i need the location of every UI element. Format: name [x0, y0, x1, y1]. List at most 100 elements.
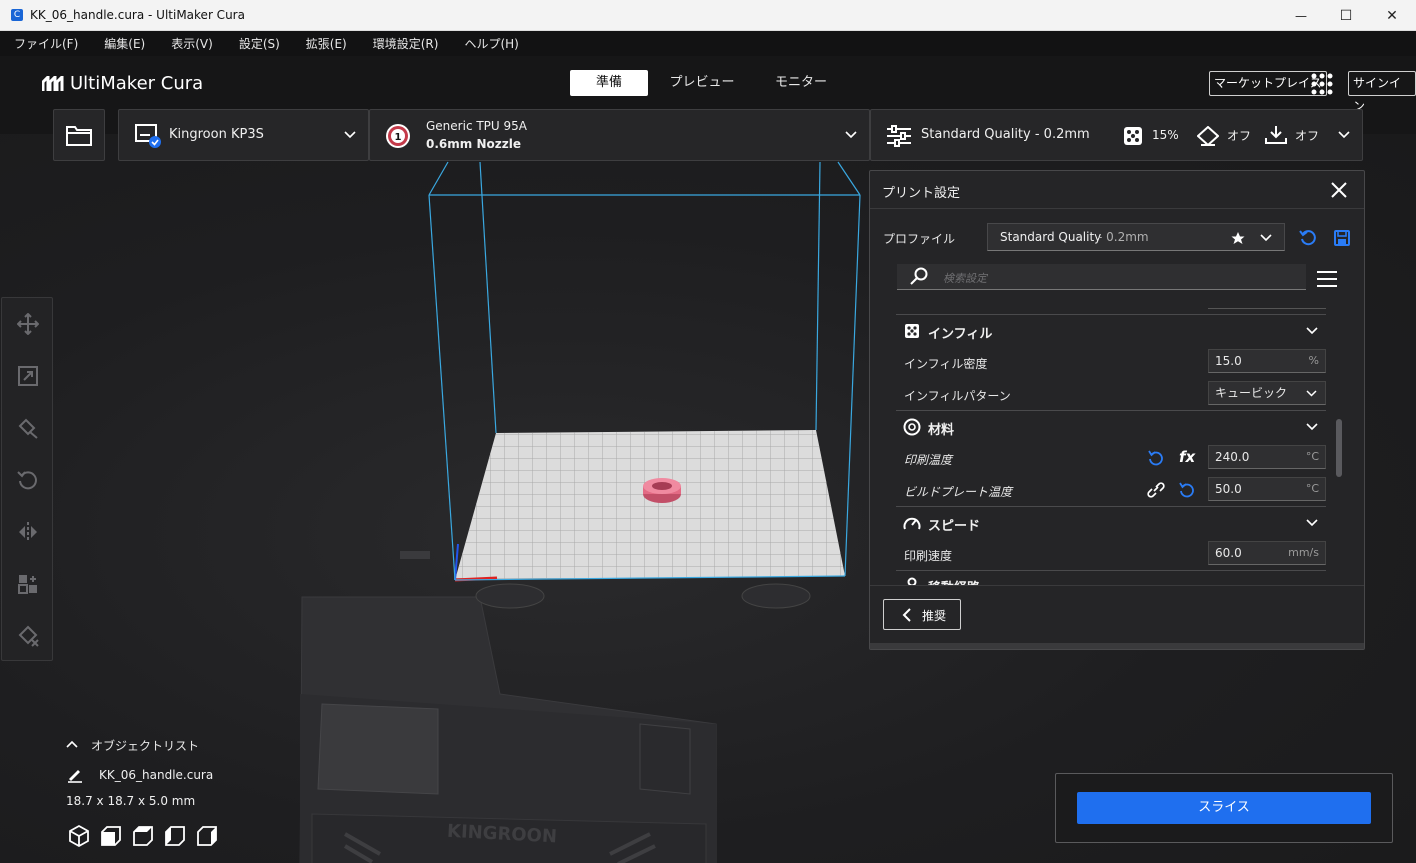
menu-settings[interactable]: 設定(S) — [239, 35, 280, 52]
rotate-tool[interactable] — [15, 415, 41, 441]
material-icon — [903, 418, 921, 436]
tab-preview[interactable]: プレビュー — [663, 70, 741, 96]
link-icon[interactable] — [1147, 482, 1165, 498]
chevron-down-icon — [1338, 131, 1350, 139]
infill-pattern-dropdown[interactable]: キュービック — [1208, 381, 1326, 405]
print-speed-input[interactable]: 60.0 mm/s — [1208, 541, 1326, 565]
extruder-number: 1 — [395, 132, 402, 143]
recommended-label: 推奨 — [922, 609, 947, 623]
support-blocker-tool[interactable] — [15, 623, 41, 649]
object-list-header[interactable]: オブジェクトリスト — [91, 737, 199, 754]
menu-edit[interactable]: 編集(E) — [104, 35, 145, 52]
save-icon[interactable] — [1333, 229, 1351, 247]
open-file-button[interactable] — [53, 109, 105, 161]
3d-view-icon[interactable] — [67, 824, 91, 848]
menu-view[interactable]: 表示(V) — [171, 35, 213, 52]
signin-button[interactable]: サインイン — [1348, 71, 1416, 113]
marketplace-button[interactable]: マーケットプレイス — [1209, 71, 1327, 96]
speed-icon — [903, 517, 921, 530]
print-settings-selector[interactable]: Standard Quality - 0.2mm 15% オフ オフ — [870, 109, 1363, 161]
reset-icon[interactable] — [1148, 450, 1164, 466]
print-temp-input[interactable]: 240.0 °C — [1208, 445, 1326, 469]
tab-prepare[interactable]: 準備 — [570, 70, 648, 96]
category-material[interactable]: 材料 — [896, 410, 1326, 442]
support-icon — [1197, 126, 1219, 146]
slice-button[interactable]: スライス — [1077, 792, 1371, 824]
category-speed[interactable]: スピード — [896, 506, 1326, 538]
material-name: Generic TPU 95A — [426, 119, 527, 133]
category-travel[interactable]: 移動経路 — [896, 570, 1326, 585]
top-view-icon[interactable] — [131, 824, 155, 848]
move-tool[interactable] — [15, 311, 41, 337]
print-temp-value: 240.0 — [1215, 450, 1250, 464]
minimize-button[interactable]: — — [1278, 0, 1324, 31]
extruder-icon: 1 — [386, 124, 410, 148]
chevron-down-icon — [1306, 390, 1317, 397]
tab-monitor[interactable]: モニター — [762, 70, 840, 96]
menu-extensions[interactable]: 拡張(E) — [306, 35, 347, 52]
app-logo: UltiMaker Cura — [42, 73, 203, 94]
folder-icon — [66, 126, 92, 146]
chevron-down-icon — [1306, 519, 1318, 527]
chevron-left-icon — [902, 608, 911, 622]
pencil-icon[interactable] — [67, 767, 83, 783]
profile-suffix: - 0.2mm — [1098, 230, 1149, 244]
adhesion-value: オフ — [1295, 129, 1320, 143]
rotate-icon — [17, 471, 37, 490]
bed-temp-label: ビルドプレート温度 — [904, 485, 1013, 499]
infill-density-value: 15.0 — [1215, 354, 1242, 368]
print-speed-unit: mm/s — [1288, 546, 1319, 559]
settings-list: インフィル インフィル密度 15.0% インフィルパターン キュービック 材料 … — [896, 295, 1356, 585]
search-field[interactable]: 検索設定 — [897, 264, 1306, 290]
maximize-button[interactable]: ☐ — [1323, 0, 1369, 31]
recommended-button[interactable]: 推奨 — [883, 599, 961, 630]
nozzle-size: 0.6mm Nozzle — [426, 137, 521, 151]
menu-file[interactable]: ファイル(F) — [14, 35, 78, 52]
right-view-icon[interactable] — [195, 824, 219, 848]
per-model-settings-tool[interactable] — [15, 571, 41, 597]
object-dimensions: 18.7 x 18.7 x 5.0 mm — [66, 794, 196, 808]
settings-scrollbar[interactable] — [1336, 419, 1342, 477]
adhesion-icon — [1265, 126, 1287, 144]
bed-temp-unit: °C — [1305, 482, 1319, 495]
printer-name: Kingroon KP3S — [169, 127, 264, 142]
panel-title: プリント設定 — [882, 186, 961, 201]
infill-icon — [905, 324, 919, 338]
printer-selector[interactable]: Kingroon KP3S — [118, 109, 369, 161]
settings-menu-icon[interactable] — [1316, 270, 1338, 288]
panel-resize-handle[interactable] — [870, 643, 1364, 649]
apps-grid-icon[interactable] — [1310, 72, 1334, 96]
slice-panel: スライス — [1055, 773, 1393, 843]
infill-value: 15% — [1152, 128, 1179, 142]
profile-label: プロファイル — [883, 232, 956, 246]
support-value: オフ — [1227, 129, 1252, 143]
material-selector[interactable]: 1 Generic TPU 95A 0.6mm Nozzle — [369, 109, 870, 161]
scale-tool[interactable] — [15, 363, 41, 389]
star-icon[interactable] — [1231, 231, 1245, 245]
model-object[interactable] — [643, 478, 681, 503]
undo-rotate-tool[interactable] — [15, 467, 41, 493]
support-blocker-icon — [18, 625, 39, 647]
maximize-icon: ☐ — [1339, 7, 1353, 24]
window-title: KK_06_handle.cura - UltiMaker Cura — [30, 8, 245, 22]
chevron-up-icon[interactable] — [66, 740, 78, 748]
infill-density-unit: % — [1308, 354, 1319, 367]
infill-density-input[interactable]: 15.0% — [1208, 349, 1326, 373]
profile-dropdown[interactable]: Standard Quality - 0.2mm — [987, 223, 1285, 251]
reset-icon[interactable] — [1179, 482, 1195, 498]
close-icon[interactable] — [1331, 182, 1347, 198]
sliders-icon — [887, 125, 911, 147]
menu-help[interactable]: ヘルプ(H) — [464, 35, 518, 52]
printer-icon — [135, 124, 161, 148]
bed-temp-input[interactable]: 50.0 °C — [1208, 477, 1326, 501]
close-window-button[interactable]: ✕ — [1369, 0, 1415, 31]
category-infill[interactable]: インフィル — [896, 314, 1326, 346]
front-view-icon[interactable] — [99, 824, 123, 848]
left-view-icon[interactable] — [163, 824, 187, 848]
reset-icon[interactable] — [1299, 229, 1317, 247]
mirror-tool[interactable] — [15, 519, 41, 545]
search-icon — [910, 267, 928, 285]
menu-preferences[interactable]: 環境設定(R) — [373, 35, 439, 52]
function-icon[interactable]: fx — [1179, 448, 1195, 466]
print-speed-value: 60.0 — [1215, 546, 1242, 560]
